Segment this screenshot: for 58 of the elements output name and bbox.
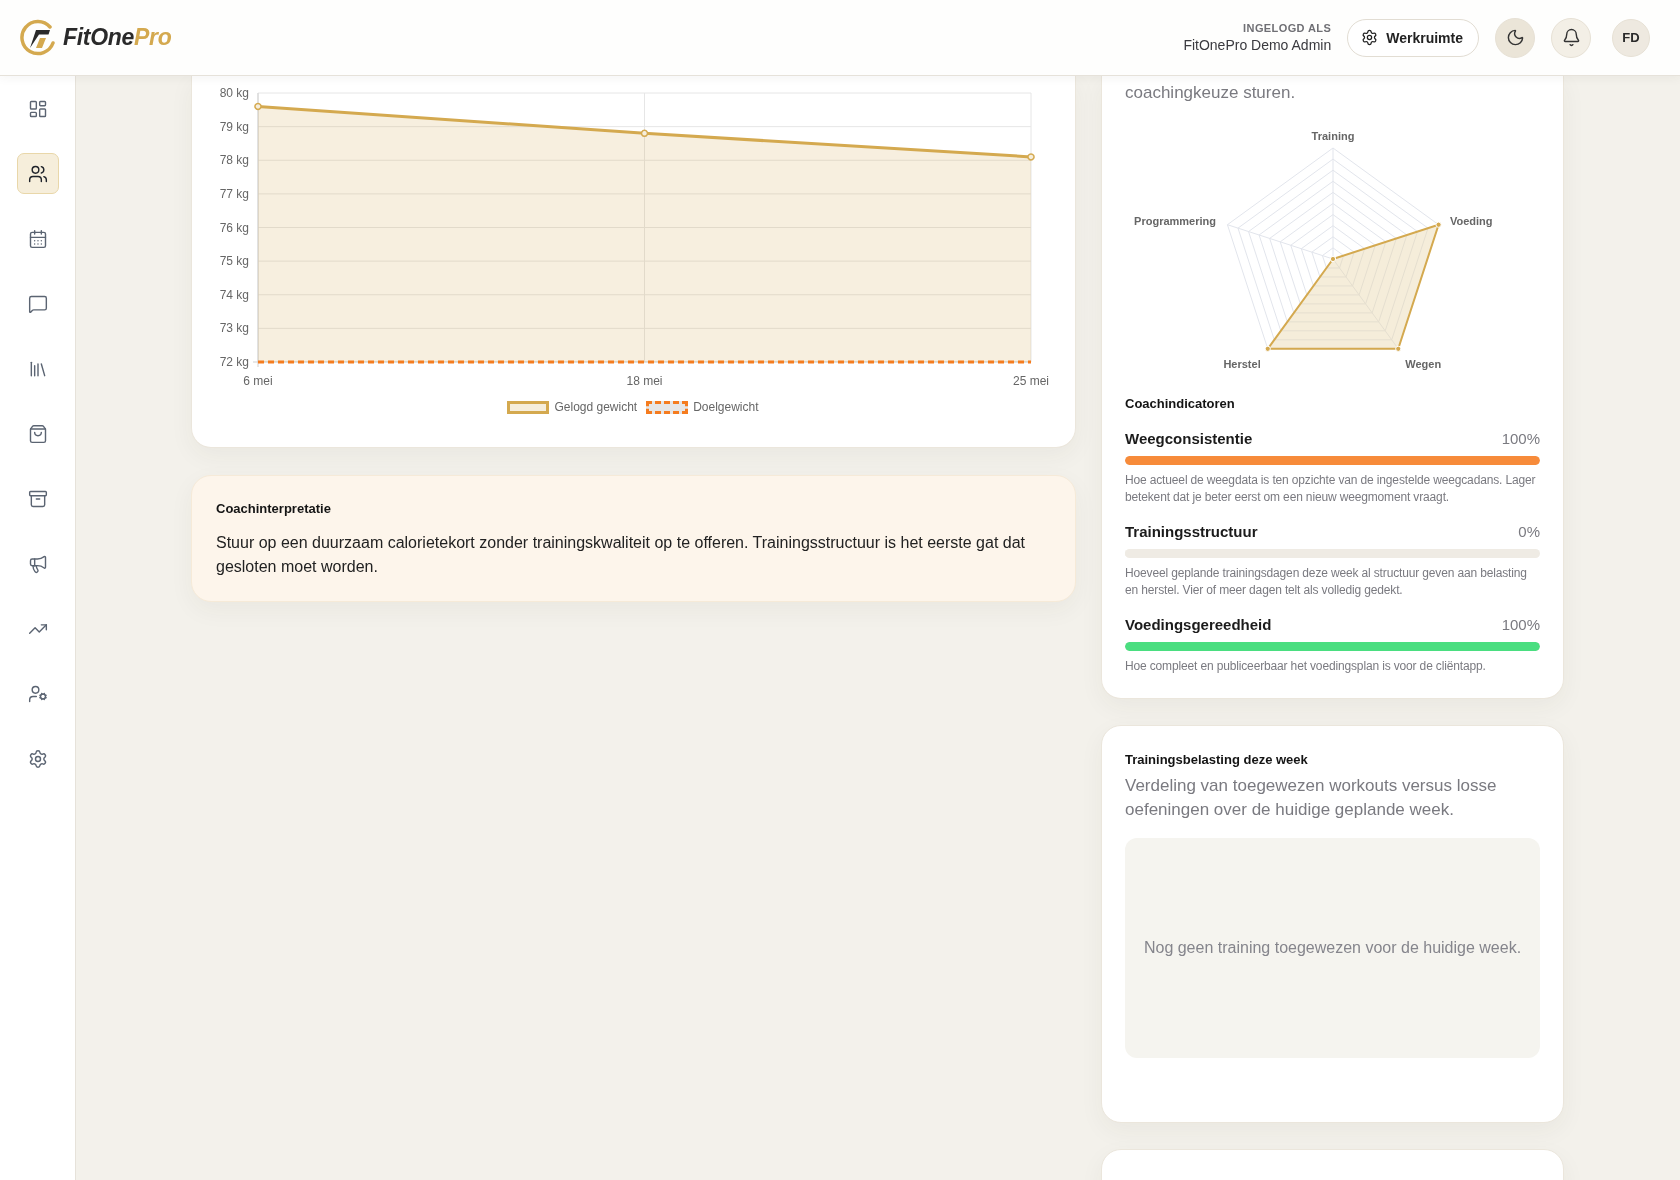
y-axis-label: 80 kg xyxy=(219,86,249,100)
y-axis-label: 72 kg xyxy=(219,355,249,369)
indicator-label: Trainingsstructuur xyxy=(1125,522,1258,540)
indicator-value: 100% xyxy=(1501,615,1540,633)
notifications-button[interactable] xyxy=(1551,17,1591,58)
archive-icon xyxy=(27,488,48,509)
indicator-label: Weegconsistentie xyxy=(1125,429,1253,447)
empty-state-text: Nog geen training toegewezen voor de huidige week. xyxy=(1143,939,1522,957)
user-name: FitOnePro Demo Admin xyxy=(1183,37,1332,53)
logo-wordmark: FitOnePro xyxy=(63,24,172,51)
radar-axis-label: Programmering xyxy=(1134,215,1216,227)
interpretation-text: Stuur op een duurzaam calorietekort zonder trainingskwaliteit op te offeren. Trainingsstructuur is het eerste gat dat gesloten moet worden. xyxy=(216,533,1027,577)
dashboard-icon xyxy=(27,98,48,119)
y-axis-label: 79 kg xyxy=(219,119,249,134)
x-axis-label: 6 mei xyxy=(243,374,273,388)
logo-icon xyxy=(19,18,57,57)
radar-axis-label: Wegen xyxy=(1405,357,1442,370)
legend-swatch-icon xyxy=(646,400,689,414)
section-title: Coachindicatoren xyxy=(1125,395,1236,413)
settings-icon xyxy=(27,748,48,769)
y-axis-label: 74 kg xyxy=(219,287,249,302)
moon-icon xyxy=(1505,28,1525,47)
x-axis-label: 25 mei xyxy=(1013,374,1049,388)
calendar-icon xyxy=(27,228,48,249)
y-axis-label: 78 kg xyxy=(219,153,249,168)
user-gear-icon xyxy=(27,683,48,704)
y-axis-label: 76 kg xyxy=(219,220,249,235)
legend-label: Gelogd gewicht xyxy=(554,400,638,414)
indicator-description: Hoe compleet en publiceerbaar het voedingsplan is voor de cliëntapp. xyxy=(1125,658,1487,675)
x-axis-label: 18 mei xyxy=(626,374,663,388)
legend-swatch-icon xyxy=(507,400,550,414)
legend-label: Doelgewicht xyxy=(693,400,759,414)
radar-axis-label: Voeding xyxy=(1450,215,1493,227)
card-description: coachingkeuze sturen. xyxy=(1125,82,1297,104)
indicator-value: 100% xyxy=(1501,429,1540,447)
radar-axis-label: Herstel xyxy=(1223,357,1261,370)
indicator-value: 0% xyxy=(1518,522,1540,540)
y-axis-label: 77 kg xyxy=(219,186,249,201)
card-title: Coachinterpretatie xyxy=(216,500,332,518)
card-description: Verdeling van toegewezen workouts versus losse oefeningen over de huidige geplande week. xyxy=(1125,775,1498,821)
megaphone-icon xyxy=(27,553,48,574)
indicator-label: Voedingsgereedheid xyxy=(1125,615,1272,633)
bag-icon xyxy=(27,423,48,444)
radar-axis-label: Training xyxy=(1311,130,1355,142)
card-title: Trainingsbelasting deze week xyxy=(1125,751,1309,769)
settings-icon xyxy=(1361,29,1379,46)
nav-button[interactable] xyxy=(16,153,59,194)
theme-toggle-button[interactable] xyxy=(1495,17,1535,58)
indicator-description: Hoe actueel de weegdata is ten opzichte van de ingestelde weegcadans. Lager betekent dat je beter eerst om een nieuw weegmoment vraagt. xyxy=(1125,472,1537,506)
users-icon xyxy=(27,163,48,184)
indicator-description: Hoeveel geplande trainingsdagen deze week al structuur geven aan belasting en herstel. Vier of meer dagen telt als volledig gedekt. xyxy=(1125,565,1528,599)
bell-icon xyxy=(1561,28,1581,47)
user-avatar[interactable]: FD xyxy=(1612,18,1650,57)
chat-icon xyxy=(27,293,48,314)
workspace-button[interactable]: Werkruimte xyxy=(1347,18,1479,57)
y-axis-label: 75 kg xyxy=(219,254,249,269)
user-label: INGELOGD ALS xyxy=(1243,22,1332,34)
y-axis-label: 73 kg xyxy=(219,321,249,336)
